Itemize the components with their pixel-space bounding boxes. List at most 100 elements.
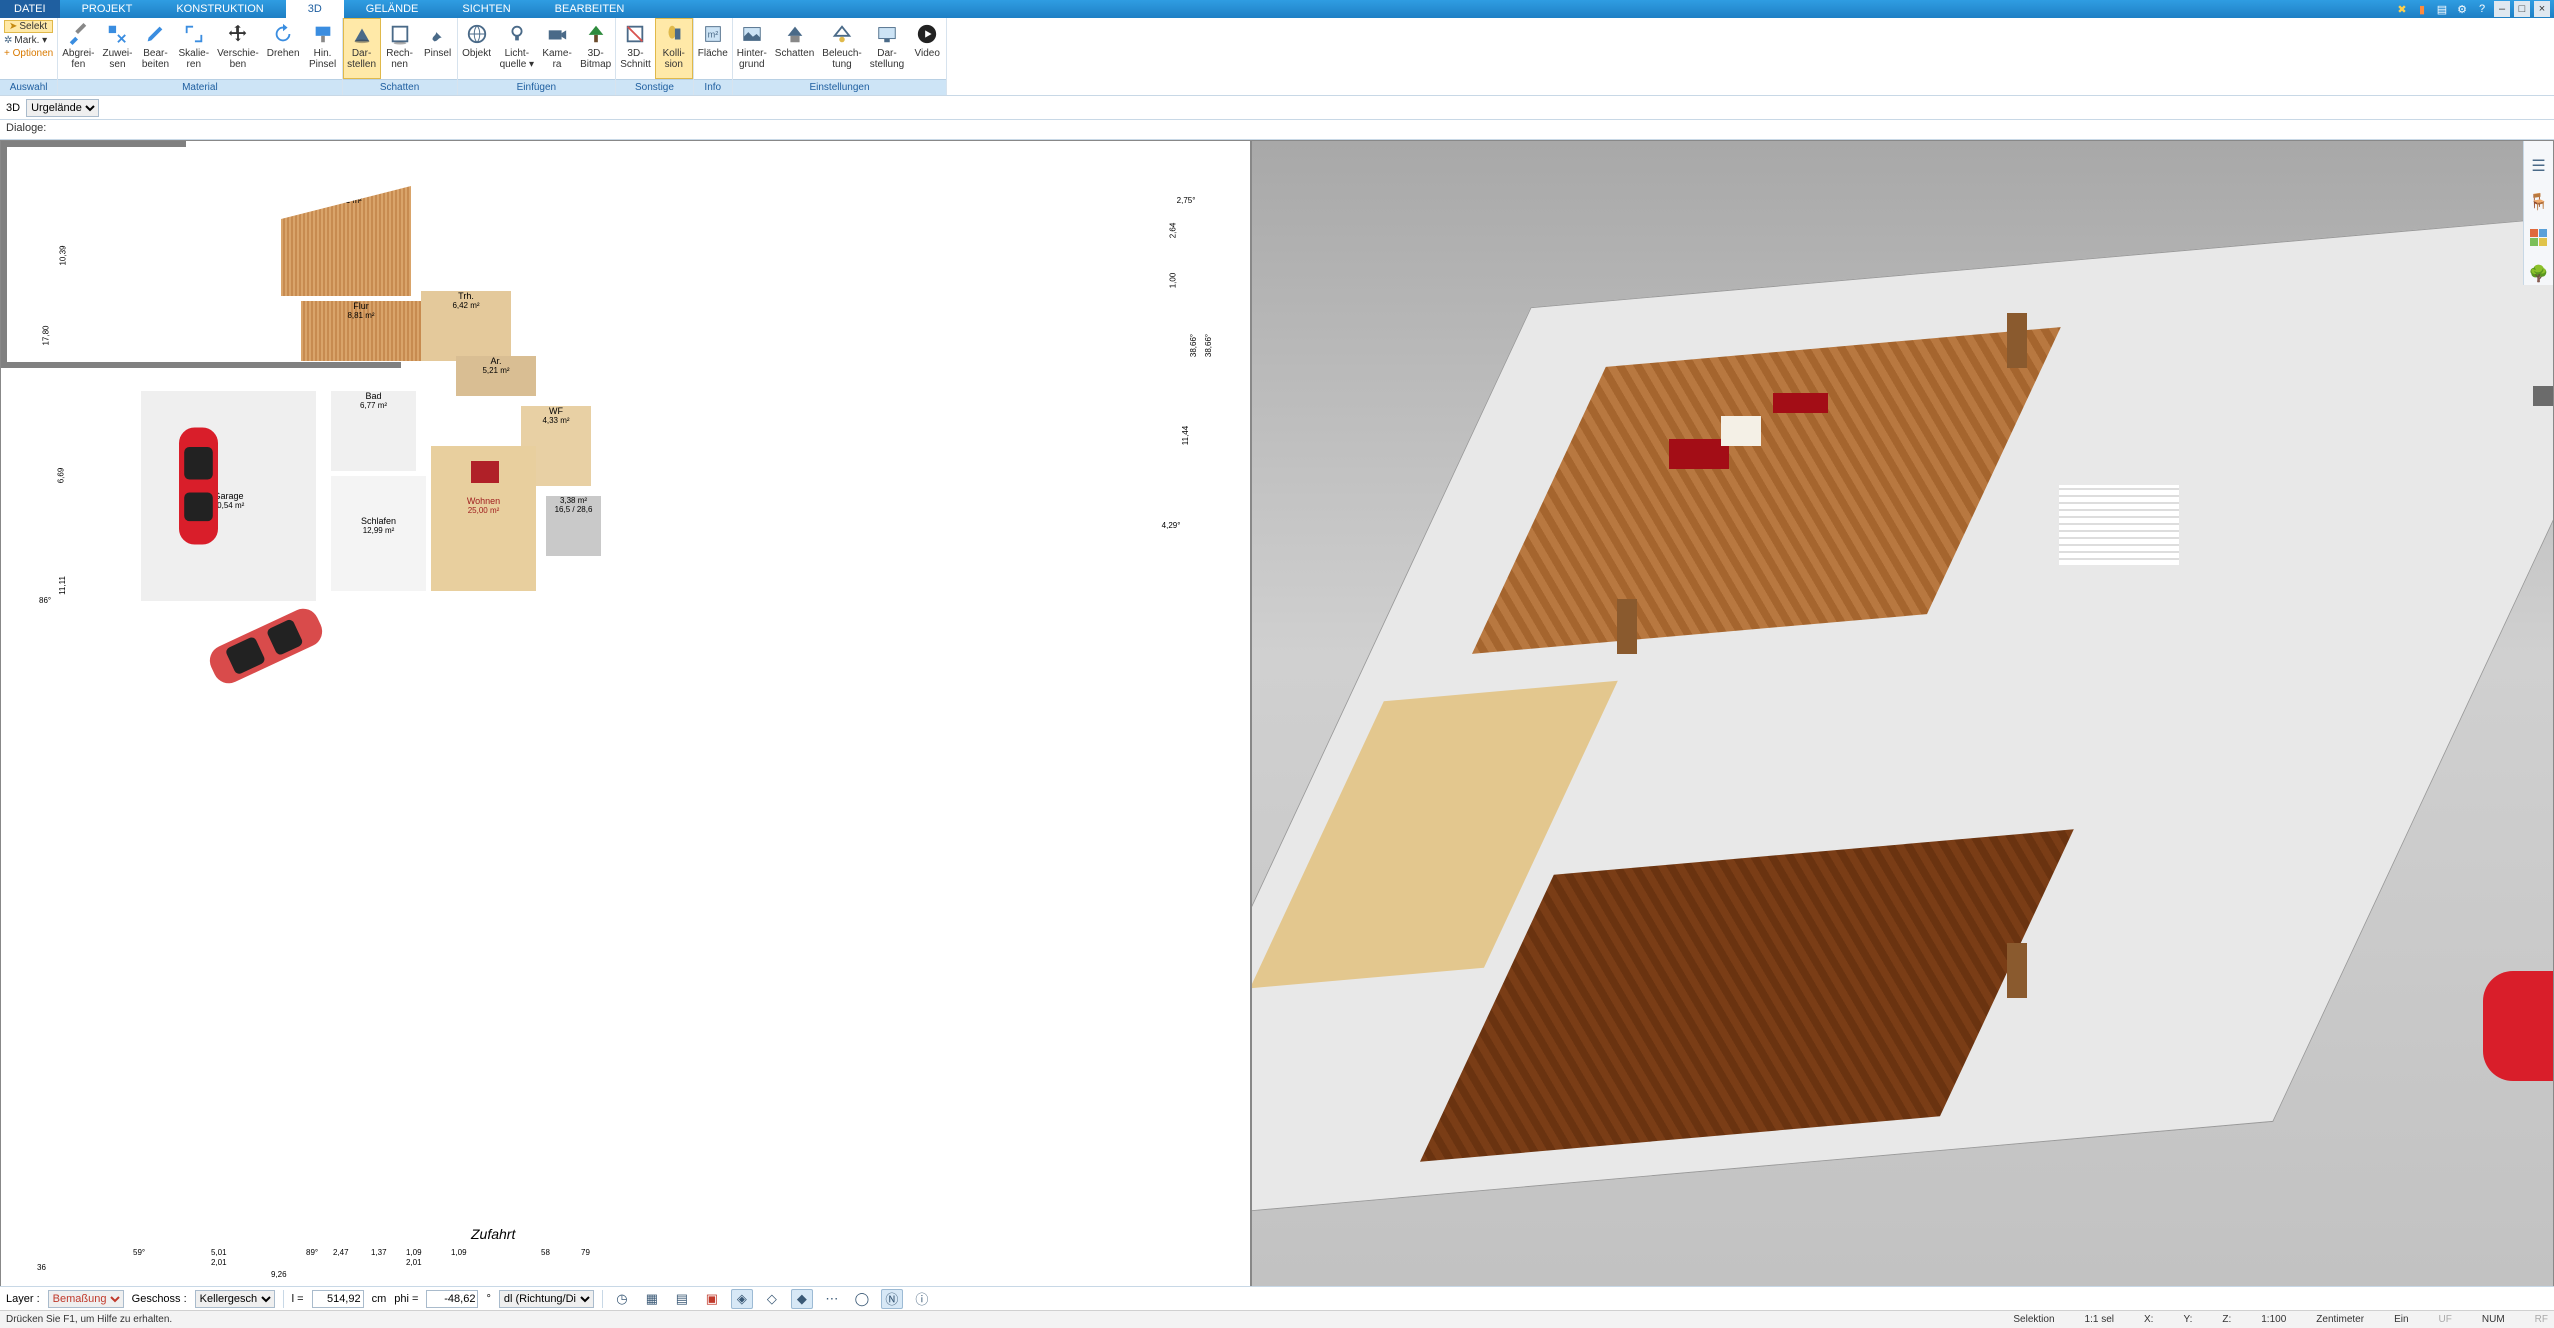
phi-input[interactable] — [426, 1290, 478, 1308]
layer2-icon[interactable]: ◇ — [761, 1289, 783, 1309]
menu-datei[interactable]: DATEI — [0, 0, 60, 18]
room-bad: Bad6,77 m² — [331, 391, 416, 471]
right-tool-strip: ☰ 🪑 🌳 — [2523, 141, 2553, 285]
l-unit: cm — [372, 1293, 387, 1305]
mode-combo[interactable]: dl (Richtung/Di — [499, 1290, 594, 1308]
menu-konstruktion[interactable]: KONSTRUKTION — [154, 0, 285, 18]
room-trh: Trh.6,42 m² — [421, 291, 511, 361]
tool-icon[interactable]: ✖ — [2394, 1, 2410, 17]
ribbon-zuweisen[interactable]: Zuwei- sen — [98, 18, 136, 79]
subbar-select[interactable]: Urgelände — [26, 99, 99, 117]
dialog-bar: Dialoge: — [0, 120, 2554, 140]
room-outside: 3,38 m²16,5 / 28,6 — [546, 496, 601, 556]
menu-projekt[interactable]: PROJEKT — [60, 0, 155, 18]
box-icon[interactable]: ▮ — [2414, 1, 2430, 17]
main-menu-bar: DATEI PROJEKT KONSTRUKTION 3D GELÄNDE SI… — [0, 0, 2554, 18]
info-icon[interactable]: ⓘ — [911, 1289, 933, 1309]
ribbon-lichtquelle[interactable]: Licht- quelle ▾ — [496, 18, 539, 79]
dim-b0: 59° — [133, 1248, 145, 1257]
ribbon-3dschnitt[interactable]: 3D- Schnitt — [616, 18, 655, 79]
ribbon: ➤Selekt ✲Mark. ▾ + Optionen Auswahl Abgr… — [0, 18, 2554, 96]
ribbon-abgreifen[interactable]: Abgrei- fen — [58, 18, 98, 79]
ribbon-objekt[interactable]: Objekt — [458, 18, 496, 79]
l-input[interactable] — [312, 1290, 364, 1308]
chair-icon[interactable]: 🪑 — [2528, 191, 2550, 213]
3d-view[interactable]: ☰ 🪑 🌳 — [1251, 140, 2554, 1288]
ribbon-skalieren[interactable]: Skalie- ren — [174, 18, 213, 79]
subbar-mode: 3D — [6, 102, 20, 114]
ribbon-hintergrund[interactable]: Hinter- grund — [733, 18, 771, 79]
dim-bl0: 36 — [37, 1263, 46, 1272]
ribbon-pinsel[interactable]: Pinsel — [419, 18, 457, 79]
status-sel: 1:1 sel — [2085, 1314, 2114, 1325]
status-selektion: Selektion — [2013, 1314, 2054, 1325]
layer3-icon[interactable]: ◆ — [791, 1289, 813, 1309]
circle-icon[interactable]: ◯ — [851, 1289, 873, 1309]
minimize-icon[interactable]: – — [2494, 1, 2510, 17]
layer-label: Layer : — [6, 1293, 40, 1305]
ribbon-label-einstellungen: Einstellungen — [733, 79, 946, 95]
status-help: Drücken Sie F1, um Hilfe zu erhalten. — [6, 1314, 172, 1325]
close-icon[interactable]: × — [2534, 1, 2550, 17]
ribbon-bearbeiten[interactable]: Bear- beiten — [136, 18, 174, 79]
window-controls: ✖ ▮ ▤ ⚙ ? – □ × — [2394, 0, 2554, 18]
ribbon-flaeche[interactable]: m²Fläche — [694, 18, 732, 79]
dim-r3: 11,44 — [1181, 426, 1190, 445]
ribbon-schatten2[interactable]: Schatten — [771, 18, 818, 79]
ribbon-verschieben[interactable]: Verschie- ben — [213, 18, 263, 79]
menu-3d[interactable]: 3D — [286, 0, 344, 18]
gear-icon[interactable]: ⚙ — [2454, 1, 2470, 17]
dim-left-low2: 86° — [39, 596, 51, 605]
north-icon[interactable]: Ⓝ — [881, 1289, 903, 1309]
status-ein: Ein — [2394, 1314, 2408, 1325]
layers-icon[interactable]: ☰ — [2528, 155, 2550, 177]
tree-icon[interactable]: 🌳 — [2528, 263, 2550, 285]
dim-left-mid: 6,69 — [56, 468, 65, 484]
dim-b7: 58 — [541, 1248, 550, 1257]
menu-gelaende[interactable]: GELÄNDE — [344, 0, 441, 18]
menu-sichten[interactable]: SICHTEN — [440, 0, 532, 18]
stack-icon[interactable]: ▤ — [671, 1289, 693, 1309]
menu-bearbeiten[interactable]: BEARBEITEN — [533, 0, 647, 18]
dim-r-outer: 38,66° — [1204, 334, 1213, 357]
maximize-icon[interactable]: □ — [2514, 1, 2530, 17]
ribbon-darstellen[interactable]: Dar- stellen — [343, 18, 381, 79]
ribbon-optionen[interactable]: + Optionen — [4, 48, 53, 59]
ribbon-hinpinsel[interactable]: Hin. Pinsel — [304, 18, 342, 79]
room-schlafen: Schlafen12,99 m² — [331, 476, 426, 591]
status-num: NUM — [2482, 1314, 2505, 1325]
ribbon-rechnen[interactable]: Rech- nen — [381, 18, 419, 79]
ribbon-selekt[interactable]: ➤Selekt — [4, 20, 53, 33]
layer1-icon[interactable]: ◈ — [731, 1289, 753, 1309]
clock-icon[interactable]: ◷ — [611, 1289, 633, 1309]
car-zufahrt — [192, 587, 339, 705]
boxcolor-icon[interactable]: ▣ — [701, 1289, 723, 1309]
geschoss-select[interactable]: Kellergesch — [195, 1290, 275, 1308]
layer-select[interactable]: Bemaßung — [48, 1290, 124, 1308]
l-label: l = — [292, 1293, 304, 1305]
status-x: X: — [2144, 1314, 2153, 1325]
ribbon-group-info: m²Fläche Info — [694, 18, 733, 95]
dots-icon[interactable]: ⋯ — [821, 1289, 843, 1309]
palette-icon[interactable] — [2528, 227, 2550, 249]
side-tab[interactable] — [2533, 386, 2553, 406]
status-bar: Drücken Sie F1, um Hilfe zu erhalten. Se… — [0, 1310, 2554, 1328]
ribbon-beleuchtung[interactable]: Beleuch- tung — [818, 18, 865, 79]
dim-r1: 2,64 — [1168, 223, 1177, 239]
ribbon-3dbitmap[interactable]: 3D- Bitmap — [576, 18, 615, 79]
ribbon-kollision[interactable]: Kolli- sion — [655, 18, 693, 79]
dim-r-top: 2,75° — [1177, 196, 1196, 205]
page-icon[interactable]: ▤ — [2434, 1, 2450, 17]
ribbon-darstellung[interactable]: Dar- stellung — [866, 18, 908, 79]
phi-label: phi = — [394, 1293, 418, 1305]
ribbon-label-auswahl: Auswahl — [0, 79, 57, 95]
help-icon[interactable]: ? — [2474, 1, 2490, 17]
grid-icon[interactable]: ▦ — [641, 1289, 663, 1309]
room-flur: Flur8,81 m² — [301, 301, 421, 361]
ribbon-drehen[interactable]: Drehen — [263, 18, 304, 79]
dim-left-low1: 11,11 — [58, 576, 67, 595]
plan-view[interactable]: 17,80 10,39 6,69 11,11 86° 2,75° 2,64 1,… — [0, 140, 1251, 1288]
ribbon-kamera[interactable]: Kame- ra — [538, 18, 576, 79]
ribbon-mark[interactable]: ✲Mark. ▾ — [4, 35, 53, 46]
ribbon-video[interactable]: Video — [908, 18, 946, 79]
